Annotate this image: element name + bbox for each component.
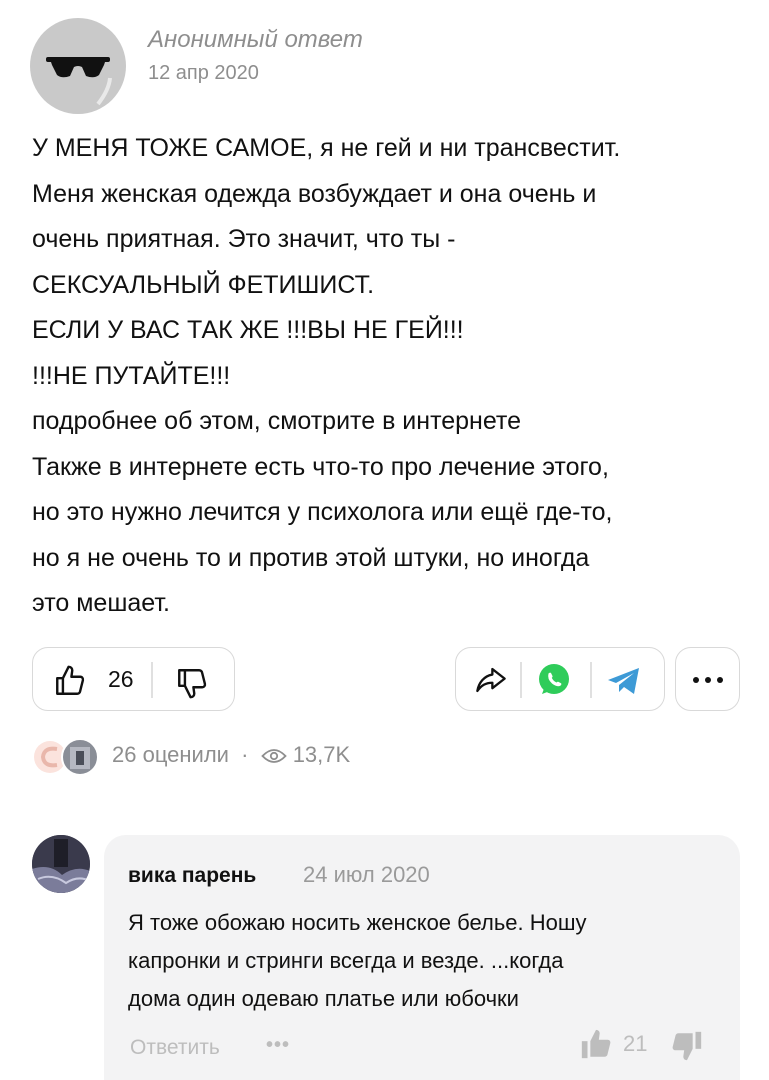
divider (590, 662, 592, 698)
divider (520, 662, 522, 698)
comment-like-count: 21 (623, 1031, 648, 1056)
stats-separator: · (241, 742, 249, 767)
answer-author[interactable]: Анонимный ответ (148, 26, 363, 54)
eye-icon (260, 749, 287, 763)
like-count: 26 (108, 666, 134, 692)
sunglasses-icon (46, 57, 112, 106)
comment-thumb-down-icon[interactable] (669, 1029, 705, 1063)
avatar-photo (32, 835, 90, 893)
comment-line: дома один одеваю платье или юбочки (128, 986, 519, 1011)
answer-line: Также в интернете есть что-то про лечени… (32, 452, 609, 481)
share-control (455, 647, 665, 711)
answer-line: подробнее об этом, смотрите в интернете (32, 407, 522, 435)
thumb-down-icon[interactable] (175, 666, 209, 700)
views-count: 13,7K (292, 742, 351, 767)
comment-line: Я тоже обожаю носить женское белье. Ношу (128, 910, 587, 935)
share-icon[interactable] (474, 665, 508, 695)
more-icon (693, 677, 723, 683)
rated-count[interactable]: 26 оценили (112, 742, 229, 767)
answer-line: СЕКСУАЛЬНЫЙ ФЕТИШИСТ. (32, 270, 375, 299)
answer-text: У МЕНЯ ТОЖЕ САМОЕ, я не гей и ни трансве… (32, 126, 732, 627)
divider (151, 662, 153, 698)
whatsapp-icon[interactable] (536, 662, 572, 698)
answer-line: но это нужно лечится у психолога или ещё… (32, 498, 613, 526)
vote-control: 26 (32, 647, 235, 711)
telegram-icon[interactable] (606, 665, 642, 697)
comment-thumb-up-icon[interactable] (578, 1027, 614, 1061)
answer-line: ЕСЛИ У ВАС ТАК ЖЕ !!!ВЫ НЕ ГЕЙ!!! (32, 316, 464, 344)
answer-line: это мешает. (32, 589, 170, 617)
comment-avatar[interactable] (32, 835, 90, 893)
rater-avatars[interactable] (32, 738, 100, 776)
answer-line: но я не очень то и против этой штуки, но… (32, 543, 590, 572)
thumb-up-icon[interactable] (53, 664, 87, 698)
comment-author[interactable]: вика парень (128, 864, 256, 888)
comment-text: Я тоже обожаю носить женское белье. Ношу… (128, 904, 728, 1018)
more-button[interactable] (675, 647, 740, 711)
answer-line: !!!НЕ ПУТАЙТЕ!!! (32, 361, 231, 390)
answer-date: 12 апр 2020 (148, 62, 259, 84)
comment-more-button[interactable]: ••• (266, 1034, 290, 1057)
comment-date: 24 июл 2020 (303, 862, 430, 887)
rating-stats: 26 оценили · 13,7K (112, 742, 350, 768)
anonymous-avatar (30, 18, 126, 114)
reply-button[interactable]: Ответить (130, 1036, 220, 1060)
answer-line: очень приятная. Это значит, что ты - (32, 225, 456, 253)
answer-line: Меня женская одежда возбуждает и она оче… (32, 179, 597, 208)
comment-line: капронки и стринги всегда и везде. ...ко… (128, 948, 564, 973)
answer-line: У МЕНЯ ТОЖЕ САМОЕ, я не гей и ни трансве… (32, 134, 621, 162)
